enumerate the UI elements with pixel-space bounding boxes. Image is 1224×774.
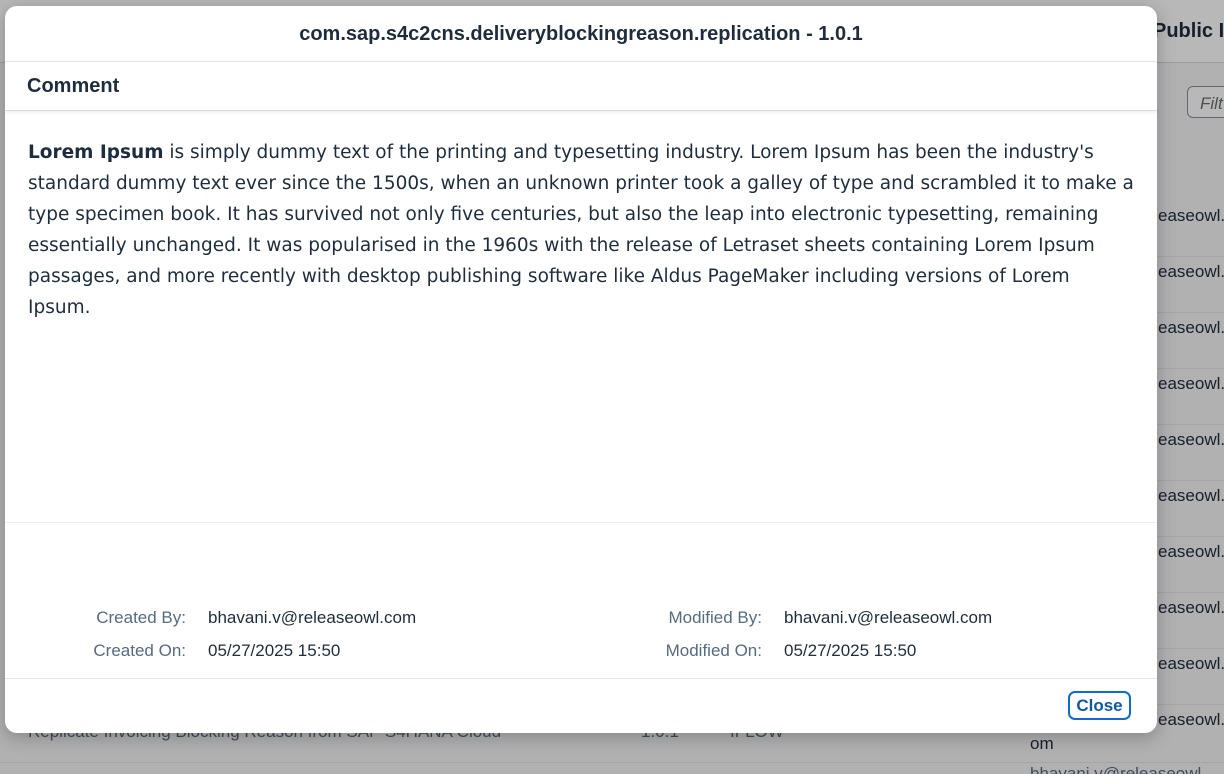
modified-by-label: Modified By: (668, 608, 762, 627)
comment-section-title: Comment (27, 74, 120, 97)
dialog-title: com.sap.s4c2cns.deliveryblockingreason.r… (299, 22, 863, 45)
created-by-label: Created By: (96, 608, 186, 627)
comment-text: Lorem Ipsum is simply dummy text of the … (28, 137, 1135, 323)
close-button[interactable]: Close (1068, 691, 1131, 720)
created-on-value: 05/27/2025 15:50 (208, 641, 341, 660)
comment-body: is simply dummy text of the printing and… (28, 142, 1134, 318)
metadata-panel: Created By: bhavani.v@releaseowl.com Cre… (5, 523, 1157, 679)
comment-area: Lorem Ipsum is simply dummy text of the … (5, 111, 1157, 523)
comment-dialog: com.sap.s4c2cns.deliveryblockingreason.r… (5, 6, 1157, 733)
modified-on-label: Modified On: (665, 641, 762, 660)
dialog-footer: Close (5, 679, 1157, 733)
comment-section-header: Comment (5, 62, 1157, 111)
dialog-header: com.sap.s4c2cns.deliveryblockingreason.r… (5, 6, 1157, 62)
created-by-value: bhavani.v@releaseowl.com (208, 608, 417, 627)
created-on-label: Created On: (93, 641, 186, 660)
comment-bold-lead: Lorem Ipsum (28, 142, 164, 163)
modified-on-value: 05/27/2025 15:50 (784, 641, 917, 660)
modified-by-value: bhavani.v@releaseowl.com (784, 608, 993, 627)
